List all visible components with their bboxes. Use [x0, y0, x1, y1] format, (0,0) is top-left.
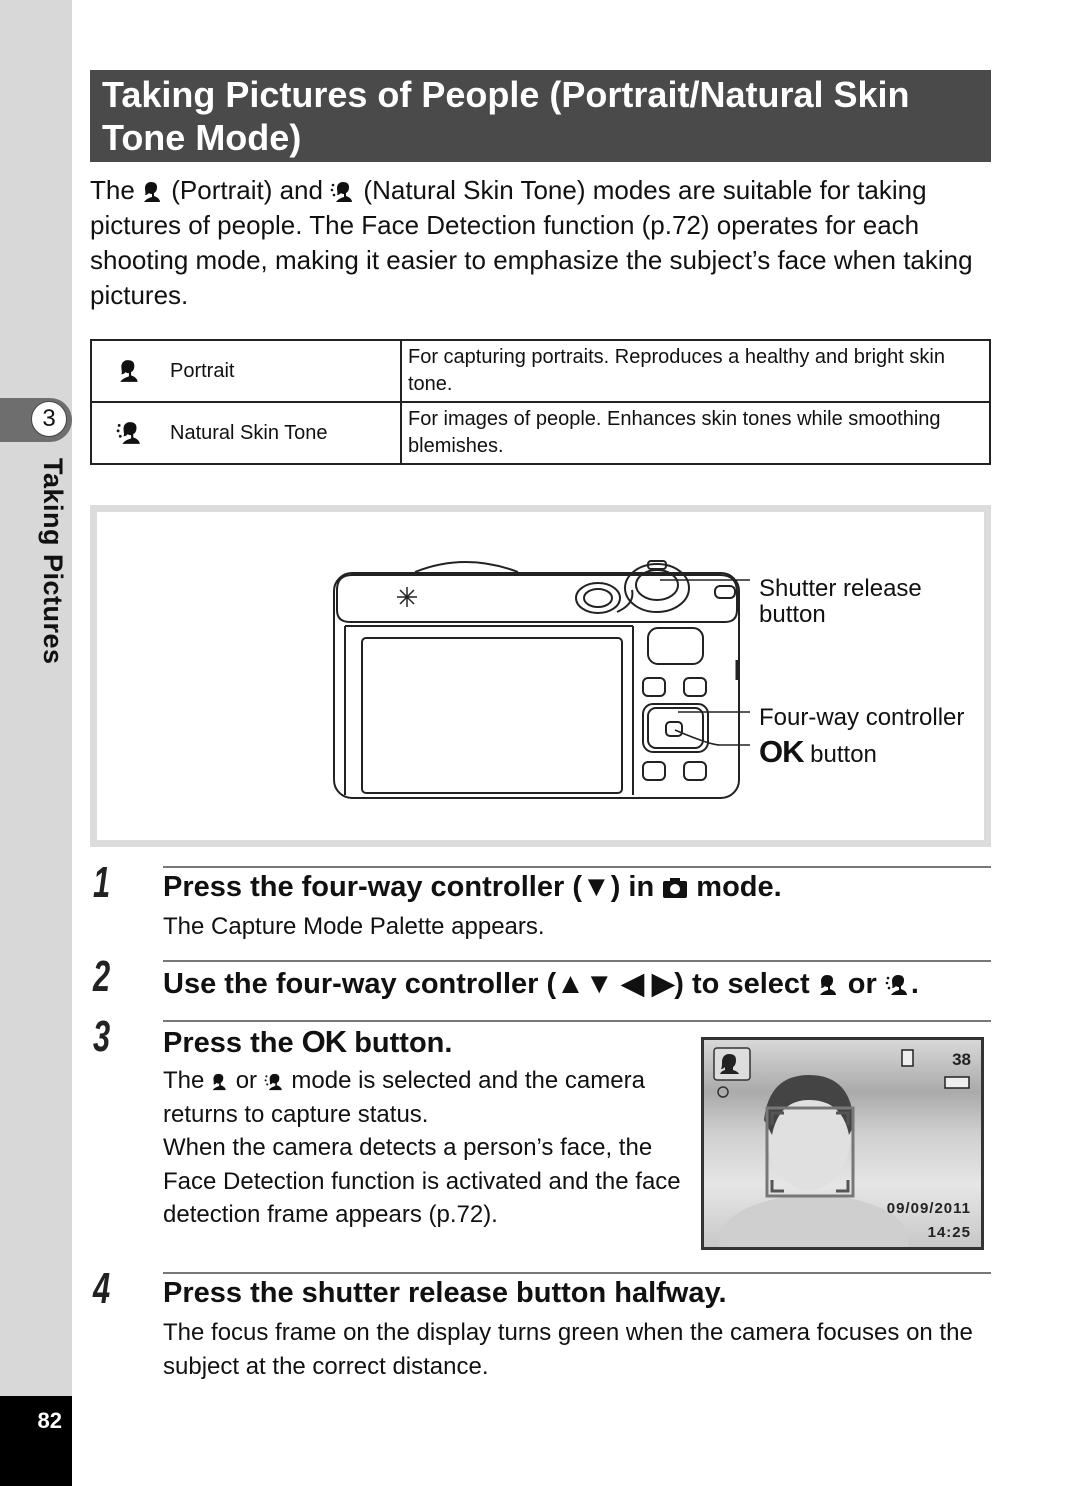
chapter-number: 3 — [31, 401, 67, 437]
page-number-box: 82 — [0, 1396, 72, 1486]
page-title: Taking Pictures of People (Portrait/Natu… — [102, 74, 910, 158]
step-heading: Press the four-way controller (▼) in mod… — [163, 871, 782, 904]
step-heading-text: mode. — [688, 871, 782, 903]
step-body-text: or — [229, 1067, 264, 1094]
lcd-capture-screen: 38 09/09/2011 14:25 — [701, 1037, 984, 1250]
lcd-time: 14:25 — [927, 1224, 971, 1241]
mode-name: Portrait — [170, 359, 235, 382]
camera-mode-icon — [663, 878, 688, 899]
step-number: 4 — [93, 1264, 111, 1313]
table-row: Natural Skin Tone For images of people. … — [90, 401, 991, 465]
intro-text: (Portrait) and — [164, 175, 331, 205]
step-body-text: When the camera detects a person’s face,… — [163, 1134, 681, 1228]
natural-skin-tone-icon — [330, 182, 353, 203]
step-heading-text: Press the — [163, 1027, 302, 1059]
step-heading-text: button. — [346, 1027, 453, 1059]
lcd-date: 09/09/2011 — [886, 1200, 971, 1217]
section-title-bar: Taking Pictures of People (Portrait/Natu… — [90, 70, 991, 162]
camera-illustration-box: Shutter release button Four-way controll… — [90, 505, 991, 847]
natural-skin-tone-icon — [264, 1073, 282, 1090]
step-heading-text: . — [910, 968, 919, 1000]
mode-table: Portrait For capturing portraits. Reprod… — [90, 339, 991, 465]
portrait-icon — [212, 1073, 226, 1090]
natural-skin-tone-icon — [885, 975, 907, 996]
mode-cell: Natural Skin Tone — [90, 401, 402, 465]
shutter-release-callout: Shutter release button — [759, 575, 922, 628]
portrait-icon — [120, 360, 138, 382]
ok-label: OK — [301, 1024, 347, 1059]
step-heading: Press the shutter release button halfway… — [163, 1277, 727, 1309]
page-number: 82 — [37, 1408, 62, 1433]
step-body-text: The — [163, 1067, 212, 1094]
step-number: 2 — [93, 952, 111, 1001]
shots-remaining: 38 — [952, 1050, 971, 1069]
intro-text: The — [90, 175, 143, 205]
table-row: Portrait For capturing portraits. Reprod… — [90, 339, 991, 403]
step-number: 1 — [93, 858, 111, 907]
step-heading-text: Use the four-way controller (▲▼ ◀ ▶) to … — [163, 968, 818, 1000]
step-divider — [163, 1020, 991, 1022]
ok-label: OK — [759, 734, 804, 769]
ok-button-callout: OK button — [759, 736, 877, 768]
portrait-icon — [144, 182, 161, 203]
step-body: The or mode is selected and the camera r… — [163, 1064, 683, 1232]
mode-name: Natural Skin Tone — [170, 421, 328, 444]
chapter-sidebar — [0, 0, 72, 1486]
step-body: The focus frame on the display turns gre… — [163, 1319, 973, 1380]
intro-paragraph: The (Portrait) and (Natural Skin Tone) m… — [90, 173, 995, 313]
mode-cell: Portrait — [90, 339, 402, 403]
step-divider — [163, 1272, 991, 1274]
step-heading: Use the four-way controller (▲▼ ◀ ▶) to … — [163, 966, 919, 1001]
chapter-title-text: Taking Pictures — [38, 458, 68, 665]
step-body: The Capture Mode Palette appears. — [163, 913, 545, 940]
portrait-icon — [819, 975, 836, 996]
step-divider — [163, 960, 991, 962]
step-number: 3 — [93, 1012, 111, 1061]
step-heading-text: Press the four-way controller (▼) in — [163, 871, 663, 903]
natural-skin-tone-icon — [116, 422, 140, 444]
four-way-controller-callout: Four-way controller — [759, 704, 965, 731]
step-divider — [163, 866, 991, 868]
mode-description: For capturing portraits. Reproduces a he… — [400, 339, 991, 403]
chapter-title: Taking Pictures — [30, 458, 70, 688]
step-heading-text: or — [839, 968, 885, 1000]
mode-description: For images of people. Enhances skin tone… — [400, 401, 991, 465]
camera-back-illustration — [333, 560, 750, 799]
step-heading: Press the OK button. — [163, 1024, 452, 1060]
ok-suffix: button — [803, 741, 877, 768]
